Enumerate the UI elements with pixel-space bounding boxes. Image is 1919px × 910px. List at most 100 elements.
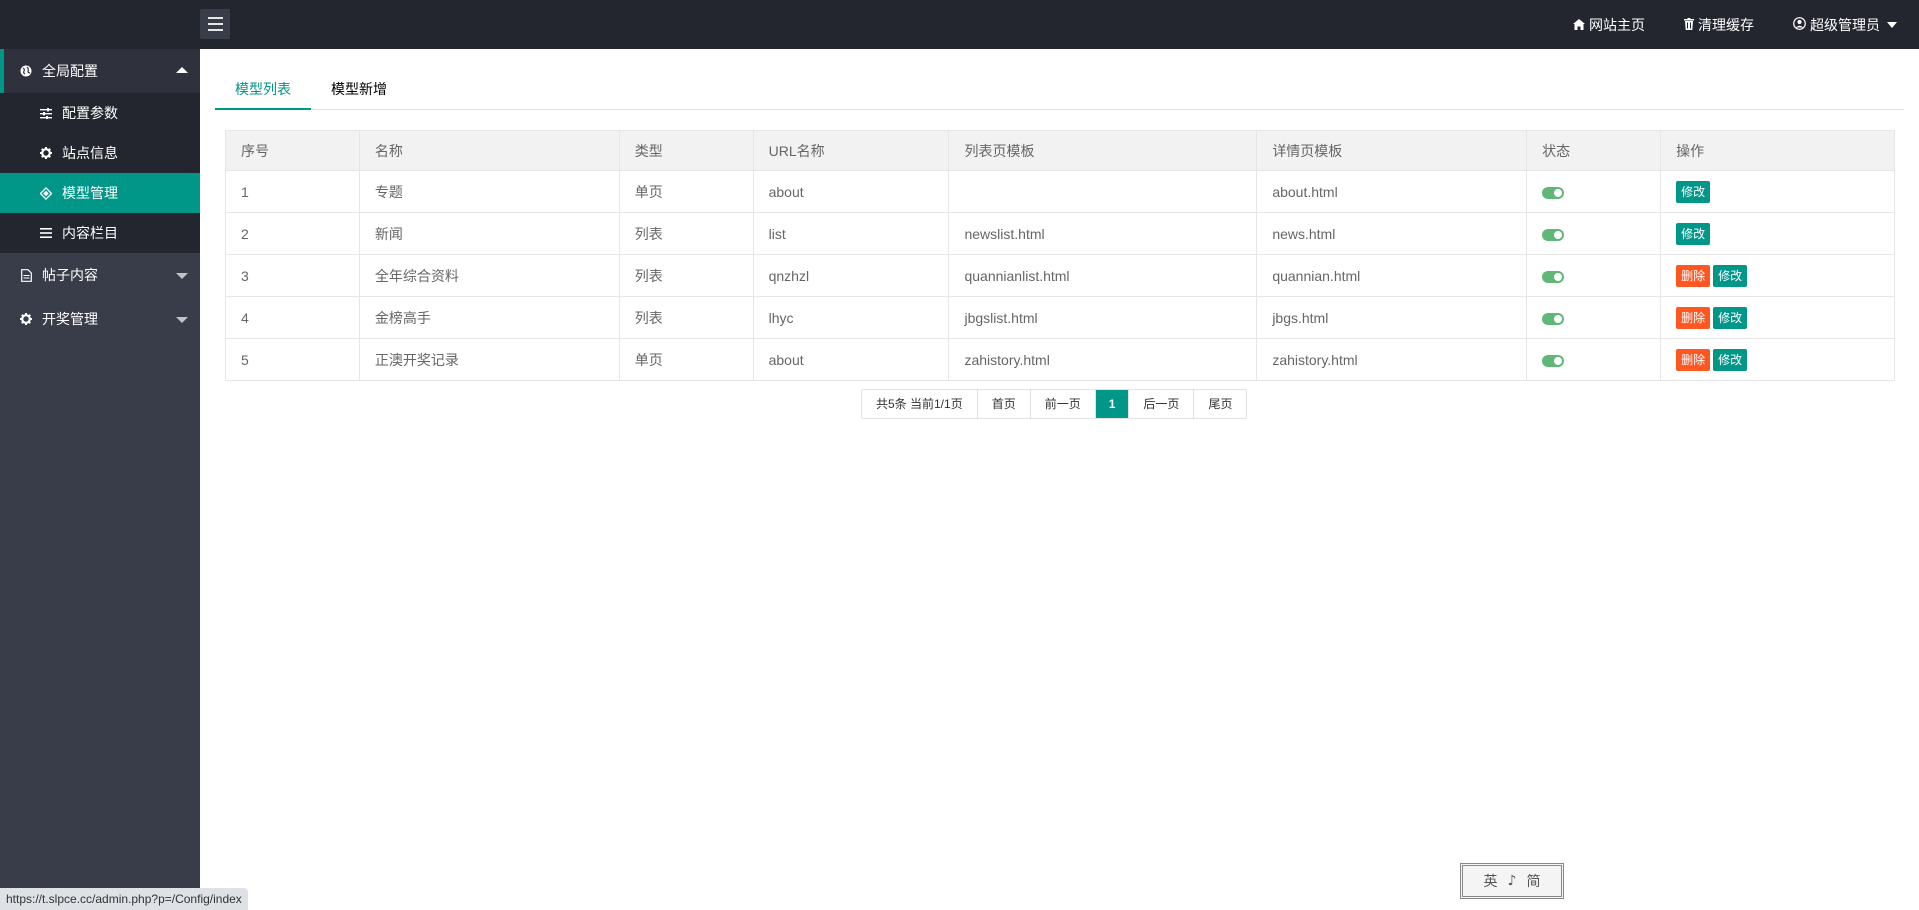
- table-row: 3 全年综合资料 列表 qnzhzl quannianlist.html qua…: [225, 254, 1895, 297]
- delete-button[interactable]: 删除: [1676, 348, 1711, 371]
- sidebar-group-label: 帖子内容: [42, 267, 98, 283]
- cell-id: 1: [225, 170, 360, 213]
- cell-type: 列表: [618, 254, 754, 297]
- status-toggle[interactable]: [1542, 312, 1565, 325]
- cell-url: about: [752, 170, 950, 213]
- document-icon: [20, 268, 32, 282]
- cell-actions: 修改: [1660, 212, 1895, 255]
- cell-status: [1526, 338, 1662, 381]
- cell-name: 专题: [358, 170, 620, 213]
- cell-id: 3: [225, 254, 360, 297]
- cell-type: 列表: [618, 212, 754, 255]
- nav-user-label: 超级管理员: [1810, 16, 1880, 33]
- nav-clear-cache[interactable]: 清理缓存: [1684, 15, 1754, 35]
- status-toggle[interactable]: [1542, 270, 1565, 283]
- column-header: 状态: [1526, 130, 1662, 171]
- cell-url: lhyc: [752, 296, 950, 339]
- top-nav: 网站主页 清理缓存 超级管理员: [1573, 0, 1919, 49]
- cell-actions: 修改: [1660, 170, 1895, 213]
- cell-status: [1526, 296, 1662, 339]
- cell-id: 2: [225, 212, 360, 255]
- sidebar-group-lottery-manage[interactable]: 开奖管理: [0, 297, 200, 341]
- sidebar-group-post-content[interactable]: 帖子内容: [0, 253, 200, 297]
- stamp-char: 简: [1526, 874, 1541, 890]
- nav-user-menu[interactable]: 超级管理员: [1793, 15, 1897, 35]
- top-header: 网站主页 清理缓存 超级管理员: [0, 0, 1919, 49]
- cell-detail-template: about.html: [1256, 170, 1528, 213]
- pagination-info: 共5条 当前1/1页: [862, 390, 978, 418]
- menu-toggle-button[interactable]: [200, 9, 230, 39]
- delete-button[interactable]: 删除: [1676, 264, 1711, 287]
- nav-clear-cache-label: 清理缓存: [1698, 16, 1754, 33]
- edit-button[interactable]: 修改: [1713, 306, 1748, 329]
- sidebar-group-global-config[interactable]: 全局配置: [0, 49, 200, 93]
- tab-model-add[interactable]: 模型新增: [311, 69, 407, 110]
- sidebar-item-label: 站点信息: [62, 145, 118, 161]
- cell-list-template: [948, 170, 1258, 213]
- chevron-up-icon: [176, 67, 188, 73]
- edit-button[interactable]: 修改: [1713, 264, 1748, 287]
- table-row: 2 新闻 列表 list newslist.html news.html 修改: [225, 212, 1895, 255]
- cell-id: 4: [225, 296, 360, 339]
- table-row: 4 金榜高手 列表 lhyc jbgslist.html jbgs.html 删…: [225, 296, 1895, 339]
- chevron-down-icon: [1887, 21, 1897, 28]
- sidebar-item-label: 配置参数: [62, 105, 118, 121]
- sidebar-submenu: 配置参数 站点信息 模型管理 内容栏目: [0, 93, 200, 253]
- column-header: 操作: [1660, 130, 1895, 171]
- cell-type: 列表: [618, 296, 754, 339]
- status-toggle[interactable]: [1542, 228, 1565, 241]
- cell-url: list: [752, 212, 950, 255]
- nav-site-home-label: 网站主页: [1589, 16, 1645, 33]
- nav-site-home[interactable]: 网站主页: [1573, 15, 1645, 35]
- tab-model-list[interactable]: 模型列表: [215, 69, 311, 110]
- browser-status-url: https://t.slpce.cc/admin.php?p=/Config/i…: [0, 888, 248, 910]
- cell-name: 全年综合资料: [358, 254, 620, 297]
- home-icon: [1573, 17, 1585, 33]
- table-header-row: 序号 名称 类型 URL名称 列表页模板 详情页模板 状态 操作: [225, 130, 1895, 171]
- first-page-button[interactable]: 首页: [978, 390, 1031, 418]
- sidebar-group-label: 开奖管理: [42, 311, 98, 327]
- cell-actions: 删除 修改: [1660, 254, 1895, 297]
- chevron-down-icon: [176, 273, 188, 279]
- current-page[interactable]: 1: [1095, 390, 1130, 418]
- input-method-widget[interactable]: 英 ♪ 简: [1460, 863, 1564, 899]
- sidebar-item-content-columns[interactable]: 内容栏目: [0, 213, 200, 253]
- hamburger-icon-line: [207, 23, 223, 25]
- list-icon: [40, 227, 52, 239]
- sidebar: 全局配置 配置参数 站点信息 模型管理 内容栏目 帖子内容 开奖管理: [0, 49, 200, 910]
- sidebar-item-config-params[interactable]: 配置参数: [0, 93, 200, 133]
- trash-icon: [1684, 17, 1694, 33]
- cell-status: [1526, 212, 1662, 255]
- cell-actions: 删除 修改: [1660, 338, 1895, 381]
- last-page-button[interactable]: 尾页: [1194, 390, 1246, 418]
- model-table: 序号 名称 类型 URL名称 列表页模板 详情页模板 状态 操作 1 专题 单页…: [225, 130, 1895, 381]
- chevron-down-icon: [176, 317, 188, 323]
- stamp-char: ♪: [1507, 873, 1517, 889]
- model-table-wrapper: 序号 名称 类型 URL名称 列表页模板 详情页模板 状态 操作 1 专题 单页…: [225, 130, 1895, 381]
- cell-list-template: newslist.html: [948, 212, 1258, 255]
- cell-actions: 删除 修改: [1660, 296, 1895, 339]
- next-page-button[interactable]: 后一页: [1129, 390, 1195, 418]
- table-row: 5 正澳开奖记录 单页 about zahistory.html zahisto…: [225, 338, 1895, 381]
- tab-bar: 模型列表 模型新增: [215, 69, 1904, 110]
- column-header: 列表页模板: [948, 130, 1258, 171]
- cell-detail-template: jbgs.html: [1256, 296, 1528, 339]
- edit-button[interactable]: 修改: [1676, 222, 1711, 245]
- edit-button[interactable]: 修改: [1676, 180, 1711, 203]
- main-content: 模型列表 模型新增 序号 名称 类型 URL名称 列表页模板 详情页模板 状态 …: [200, 49, 1919, 910]
- cell-type: 单页: [618, 170, 754, 213]
- edit-button[interactable]: 修改: [1713, 348, 1748, 371]
- column-header: 类型: [618, 130, 754, 171]
- status-toggle[interactable]: [1542, 354, 1565, 367]
- sidebar-group-label: 全局配置: [42, 63, 98, 79]
- sidebar-item-model-manage[interactable]: 模型管理: [0, 173, 200, 213]
- cell-list-template: quannianlist.html: [948, 254, 1258, 297]
- prev-page-button[interactable]: 前一页: [1031, 390, 1096, 418]
- sidebar-item-site-info[interactable]: 站点信息: [0, 133, 200, 173]
- cell-id: 5: [225, 338, 360, 381]
- delete-button[interactable]: 删除: [1676, 306, 1711, 329]
- status-toggle[interactable]: [1542, 186, 1565, 199]
- sliders-icon: [40, 107, 52, 119]
- gear-icon: [20, 313, 32, 325]
- column-header: 名称: [358, 130, 620, 171]
